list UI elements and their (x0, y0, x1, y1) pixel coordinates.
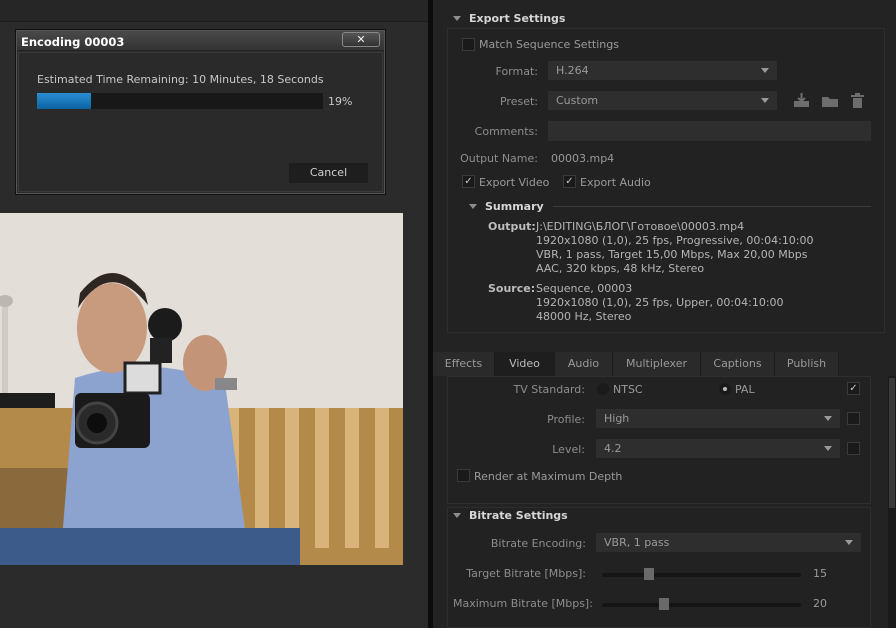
video-preview (0, 213, 403, 565)
level-value: 4.2 (604, 442, 622, 455)
match-sequence-checkbox[interactable] (462, 38, 475, 51)
collapse-triangle-icon (469, 204, 477, 209)
ntsc-label: NTSC (613, 383, 643, 396)
max-bitrate-slider[interactable] (602, 603, 801, 607)
pal-radio[interactable] (719, 383, 731, 395)
max-bitrate-label: Maximum Bitrate [Mbps]: (453, 597, 593, 610)
bitrate-settings-title: Bitrate Settings (469, 509, 568, 522)
level-match-checkbox[interactable] (847, 442, 860, 455)
target-bitrate-slider[interactable] (602, 573, 801, 577)
summary-title: Summary (485, 200, 544, 213)
source-summary-label: Source: (488, 282, 536, 295)
tab-multiplexer[interactable]: Multiplexer (613, 352, 701, 376)
chevron-down-icon (845, 540, 853, 545)
save-preset-icon[interactable] (793, 93, 810, 108)
time-remaining-text: Estimated Time Remaining: 10 Minutes, 18… (37, 73, 324, 86)
progress-percent: 19% (328, 95, 353, 108)
bitrate-encoding-label: Bitrate Encoding: (490, 537, 586, 550)
source-summary-lines: Sequence, 00003 1920x1080 (1,0), 25 fps,… (536, 282, 784, 324)
chevron-down-icon (824, 416, 832, 421)
chevron-down-icon (824, 446, 832, 451)
max-bitrate-thumb[interactable] (659, 598, 669, 610)
target-bitrate-thumb[interactable] (644, 568, 654, 580)
tab-effects[interactable]: Effects (433, 352, 495, 376)
tv-standard-match-checkbox[interactable]: ✓ (847, 382, 860, 395)
tab-video[interactable]: Video (495, 352, 555, 376)
tab-publish[interactable]: Publish (775, 352, 839, 376)
ntsc-radio[interactable] (597, 383, 609, 395)
format-value: H.264 (556, 64, 589, 77)
delete-preset-icon[interactable] (851, 93, 864, 108)
cancel-button[interactable]: Cancel (289, 163, 368, 183)
export-audio-checkbox[interactable]: ✓ (563, 175, 576, 188)
bitrate-encoding-dropdown[interactable]: VBR, 1 pass (596, 533, 861, 552)
render-max-depth-checkbox[interactable] (457, 469, 470, 482)
format-label: Format: (495, 65, 538, 78)
close-icon[interactable]: ✕ (342, 32, 380, 47)
preview-frame-image (0, 213, 403, 565)
export-settings-pane: Export Settings Match Sequence Settings … (433, 0, 896, 628)
bitrate-settings-header[interactable]: Bitrate Settings (453, 509, 568, 522)
dialog-title: Encoding 00003 (17, 31, 384, 51)
export-audio-label: Export Audio (580, 176, 651, 189)
comments-label: Comments: (474, 125, 538, 138)
profile-dropdown[interactable]: High (596, 409, 840, 428)
format-dropdown[interactable]: H.264 (548, 61, 777, 80)
scrollbar-thumb[interactable] (889, 378, 895, 508)
progress-fill (37, 93, 92, 109)
import-preset-icon[interactable] (821, 93, 839, 108)
encoding-dialog: Encoding 00003 ✕ Estimated Time Remainin… (16, 30, 385, 194)
collapse-triangle-icon (453, 513, 461, 518)
output-name-label: Output Name: (460, 152, 538, 165)
source-monitor-pane: Encoding 00003 ✕ Estimated Time Remainin… (0, 0, 428, 628)
scrollbar-track[interactable] (888, 376, 896, 628)
output-name-link[interactable]: 00003.mp4 (551, 152, 614, 165)
source-line: 48000 Hz, Stereo (536, 310, 632, 323)
dialog-body: Estimated Time Remaining: 10 Minutes, 18… (18, 52, 383, 192)
profile-label: Profile: (547, 413, 585, 426)
target-bitrate-value[interactable]: 15 (813, 567, 827, 580)
left-toolbar (0, 0, 428, 22)
output-line: 1920x1080 (1,0), 25 fps, Progressive, 00… (536, 234, 814, 247)
radio-selected-dot (723, 387, 727, 391)
divider (553, 206, 871, 207)
source-line: 1920x1080 (1,0), 25 fps, Upper, 00:04:10… (536, 296, 784, 309)
output-summary-label: Output: (488, 220, 536, 233)
collapse-triangle-icon (453, 16, 461, 21)
pal-label: PAL (735, 383, 755, 396)
source-line: Sequence, 00003 (536, 282, 633, 295)
output-line: VBR, 1 pass, Target 15,00 Mbps, Max 20,0… (536, 248, 808, 261)
chevron-down-icon (761, 68, 769, 73)
export-settings-header[interactable]: Export Settings (453, 12, 565, 25)
profile-match-checkbox[interactable] (847, 412, 860, 425)
match-sequence-label: Match Sequence Settings (479, 38, 619, 51)
summary-header[interactable]: Summary (469, 200, 544, 213)
profile-value: High (604, 412, 630, 425)
tv-standard-label: TV Standard: (513, 383, 586, 396)
chevron-down-icon (761, 98, 769, 103)
level-label: Level: (552, 443, 585, 456)
encoding-progress-bar (37, 93, 323, 109)
preset-dropdown[interactable]: Custom (548, 91, 777, 110)
level-dropdown[interactable]: 4.2 (596, 439, 840, 458)
bitrate-encoding-value: VBR, 1 pass (604, 536, 670, 549)
output-line: J:\EDITING\БЛОГ\Готовое\00003.mp4 (536, 220, 745, 233)
export-video-label: Export Video (479, 176, 550, 189)
comments-field[interactable] (548, 121, 871, 141)
export-settings-title: Export Settings (469, 12, 566, 25)
preset-value: Custom (556, 94, 599, 107)
max-bitrate-value[interactable]: 20 (813, 597, 827, 610)
render-max-depth-label: Render at Maximum Depth (474, 470, 623, 483)
preset-label: Preset: (499, 95, 538, 108)
tab-audio[interactable]: Audio (555, 352, 613, 376)
target-bitrate-label: Target Bitrate [Mbps]: (466, 567, 586, 580)
export-video-checkbox[interactable]: ✓ (462, 175, 475, 188)
tab-captions[interactable]: Captions (701, 352, 775, 376)
output-line: AAC, 320 kbps, 48 kHz, Stereo (536, 262, 705, 275)
output-summary-lines: J:\EDITING\БЛОГ\Готовое\00003.mp4 1920x1… (536, 220, 814, 276)
